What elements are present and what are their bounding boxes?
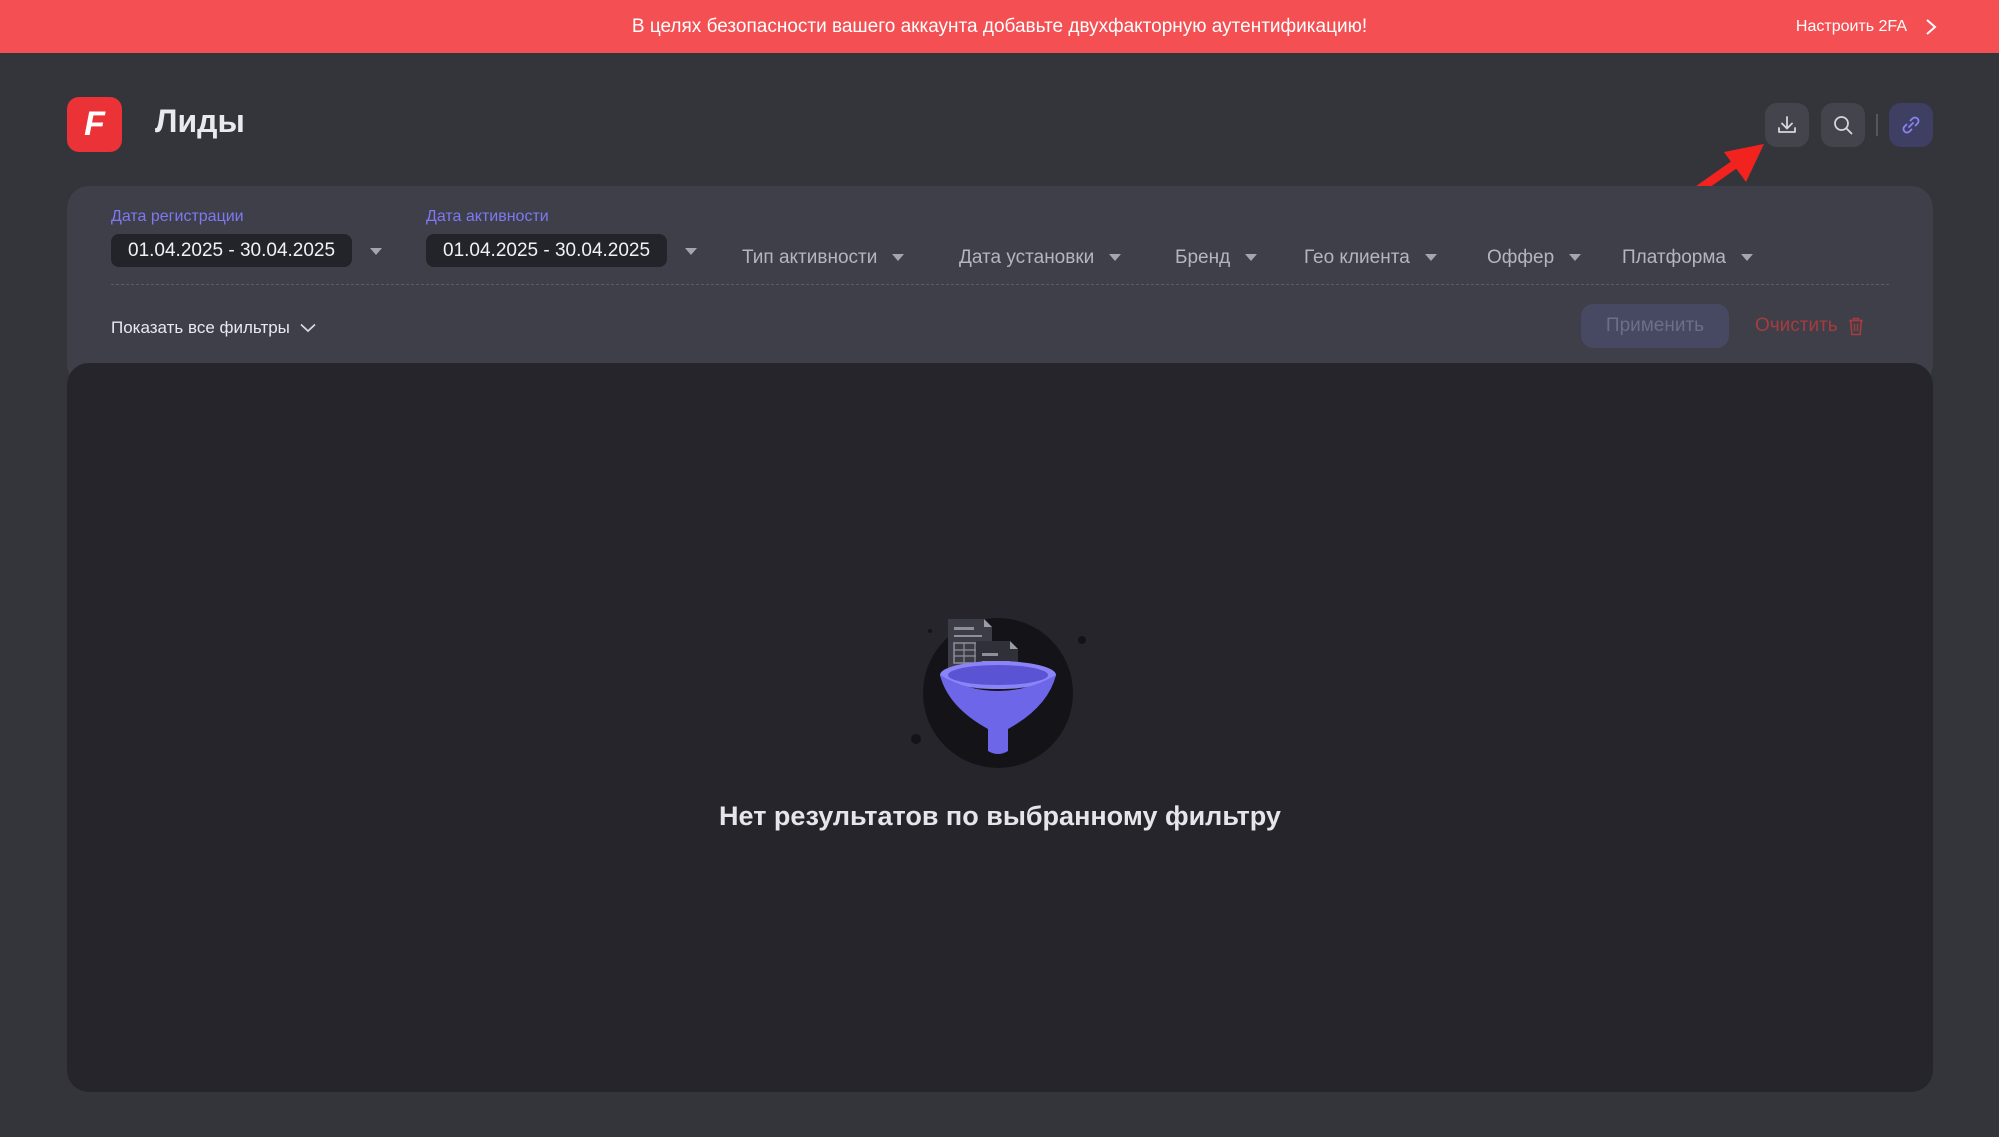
- clear-button[interactable]: Очистить: [1755, 304, 1864, 348]
- banner-message: В целях безопасности вашего аккаунта доб…: [631, 15, 1368, 37]
- show-all-filters-label: Показать все фильтры: [111, 318, 290, 337]
- security-banner: В целях безопасности вашего аккаунта доб…: [0, 0, 1999, 53]
- dropdown-label: Дата установки: [959, 246, 1095, 268]
- caret-down-icon[interactable]: [370, 247, 383, 255]
- chevron-down-icon: [300, 323, 316, 333]
- dropdown-offer[interactable]: Оффер: [1487, 241, 1582, 274]
- registration-date-row: 01.04.2025 - 30.04.2025: [111, 226, 383, 267]
- search-icon: [1834, 116, 1853, 135]
- funnel-documents-icon: [911, 618, 1086, 768]
- dropdown-label: Платформа: [1622, 246, 1726, 268]
- dropdown-label: Тип активности: [742, 246, 878, 268]
- activity-date-input[interactable]: 01.04.2025 - 30.04.2025: [426, 234, 668, 267]
- activity-date-row: 01.04.2025 - 30.04.2025: [426, 226, 698, 267]
- search-button[interactable]: [1821, 103, 1865, 147]
- dropdown-platform[interactable]: Платформа: [1622, 241, 1753, 274]
- dropdown-brand[interactable]: Бренд: [1175, 241, 1258, 274]
- caret-down-icon: [1424, 254, 1437, 261]
- header-divider: [1876, 114, 1878, 136]
- filters-divider: [111, 284, 1889, 285]
- caret-down-icon: [1569, 254, 1582, 261]
- setup-2fa-link[interactable]: Настроить 2FA: [1796, 0, 1937, 53]
- empty-results-message: Нет результатов по выбранному фильтру: [719, 801, 1281, 831]
- download-icon: [1778, 116, 1796, 133]
- results-panel: Нет результатов по выбранному фильтру: [67, 363, 1933, 1092]
- clear-label: Очистить: [1755, 315, 1838, 336]
- link-button[interactable]: [1889, 103, 1933, 147]
- trash-icon: [1848, 317, 1863, 335]
- caret-down-icon: [892, 254, 905, 261]
- dropdown-activity-type[interactable]: Тип активности: [742, 241, 905, 274]
- registration-date-label: Дата регистрации: [111, 208, 244, 225]
- logo-letter: F: [84, 105, 105, 143]
- apply-button[interactable]: Применить: [1581, 304, 1729, 348]
- caret-down-icon: [1741, 254, 1753, 261]
- setup-2fa-label: Настроить 2FA: [1795, 17, 1907, 35]
- filters-panel: Дата регистрации 01.04.2025 - 30.04.2025…: [67, 186, 1933, 386]
- registration-date-filter: Дата регистрации 01.04.2025 - 30.04.2025: [111, 208, 383, 267]
- link-icon: [1902, 116, 1920, 134]
- show-all-filters-toggle[interactable]: Показать все фильтры: [111, 316, 316, 340]
- registration-date-input[interactable]: 01.04.2025 - 30.04.2025: [111, 234, 353, 267]
- dropdown-label: Гео клиента: [1304, 246, 1410, 268]
- dropdown-label: Оффер: [1487, 246, 1555, 268]
- dropdown-install-date[interactable]: Дата установки: [959, 241, 1122, 274]
- caret-down-icon: [1109, 254, 1122, 261]
- chevron-right-icon: [1926, 18, 1937, 35]
- caret-down-icon[interactable]: [685, 247, 698, 255]
- page-title: Лиды: [155, 103, 245, 139]
- dropdown-label: Бренд: [1175, 246, 1231, 268]
- dropdown-client-geo[interactable]: Гео клиента: [1304, 241, 1437, 274]
- download-button[interactable]: [1765, 103, 1809, 147]
- caret-down-icon: [1245, 254, 1258, 261]
- app-logo[interactable]: F: [67, 97, 122, 152]
- activity-date-filter: Дата активности 01.04.2025 - 30.04.2025: [426, 208, 698, 267]
- activity-date-label: Дата активности: [426, 208, 549, 225]
